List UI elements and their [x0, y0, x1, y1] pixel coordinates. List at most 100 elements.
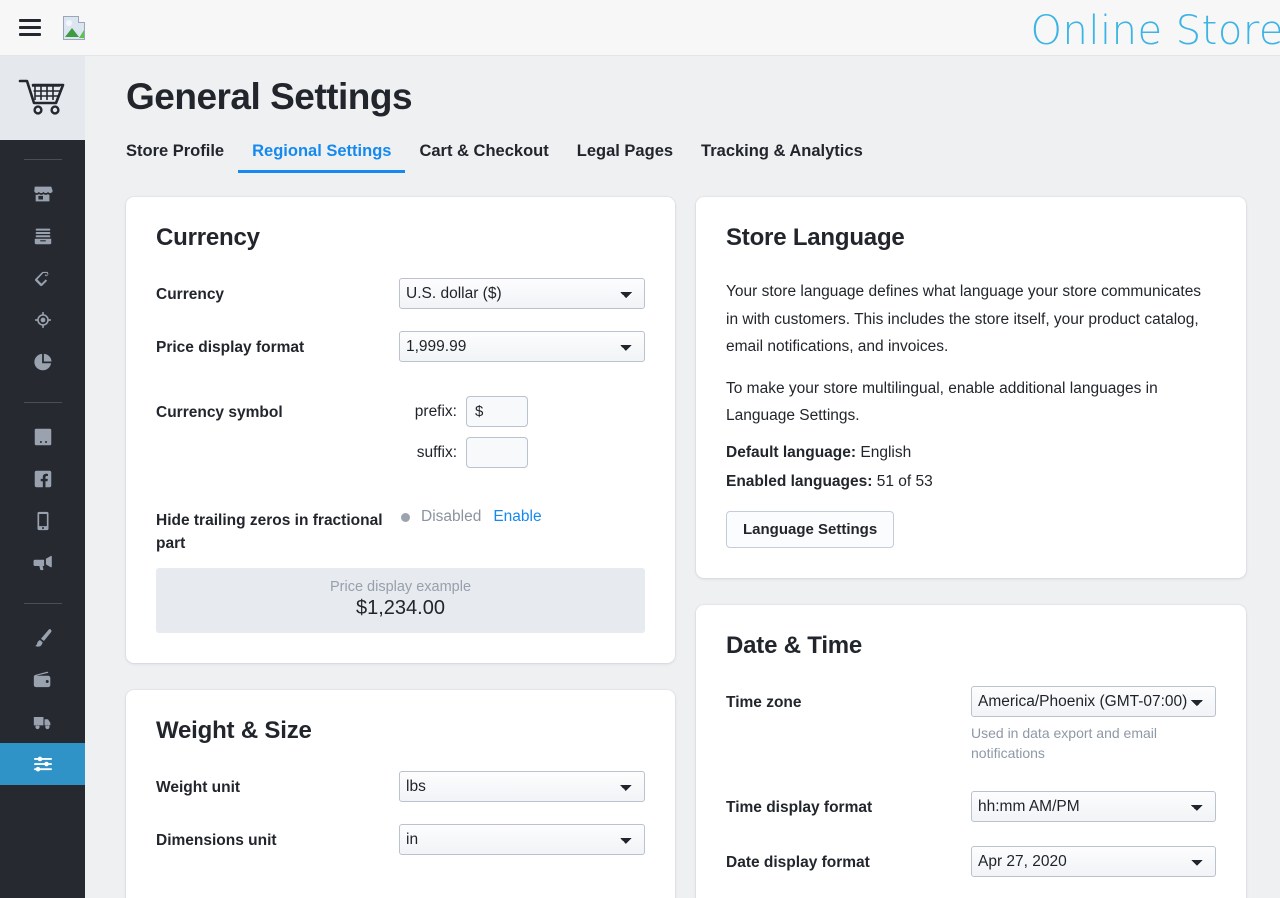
time-format-label: Time display format: [726, 791, 971, 819]
date-format-label: Date display format: [726, 846, 971, 874]
sidebar-item-design[interactable]: [0, 617, 85, 659]
currency-symbol-label: Currency symbol: [156, 396, 401, 424]
dimensions-unit-row: Dimensions unit in: [156, 824, 645, 855]
tab-cart-checkout[interactable]: Cart & Checkout: [405, 142, 562, 173]
price-example-caption: Price display example: [156, 579, 645, 595]
settings-columns: Currency Currency U.S. dollar ($) Price …: [126, 197, 1280, 898]
default-language-value: English: [860, 444, 911, 461]
status-badge: Disabled: [421, 508, 481, 526]
timezone-row: Time zone America/Phoenix (GMT-07:00) Us…: [726, 686, 1216, 764]
sidebar-item-sell-online[interactable]: [0, 416, 85, 458]
sidebar-item-payment[interactable]: [0, 659, 85, 701]
suffix-line: suffix:: [401, 437, 645, 468]
sidebar-item-storefront[interactable]: [0, 173, 85, 215]
store-language-card: Store Language Your store language defin…: [696, 197, 1246, 578]
dimensions-unit-select[interactable]: in: [399, 824, 645, 855]
timezone-select[interactable]: America/Phoenix (GMT-07:00): [971, 686, 1216, 717]
prefix-label: prefix:: [401, 403, 457, 421]
main-content: General Settings Store Profile Regional …: [85, 56, 1280, 898]
sliders-icon: [31, 752, 55, 776]
broken-image-icon[interactable]: [63, 16, 85, 40]
weight-size-card-title: Weight & Size: [156, 717, 645, 745]
sidebar-divider: [24, 603, 62, 604]
status-dot-icon: [401, 513, 410, 522]
price-display-example: Price display example $1,234.00: [156, 568, 645, 633]
dimensions-unit-label: Dimensions unit: [156, 824, 399, 852]
weight-unit-select[interactable]: lbs: [399, 771, 645, 802]
timezone-label: Time zone: [726, 686, 971, 714]
currency-card-title: Currency: [156, 224, 645, 252]
sidebar-nav: [0, 159, 85, 785]
shopping-cart-icon: [18, 75, 68, 122]
left-column: Currency Currency U.S. dollar ($) Price …: [126, 197, 675, 898]
tab-bar: Store Profile Regional Settings Cart & C…: [126, 142, 1280, 173]
sidebar: [0, 56, 85, 898]
hide-trailing-zeros-toggle: Disabled Enable: [401, 504, 645, 526]
store-language-card-title: Store Language: [726, 224, 1216, 252]
drawer-icon: [32, 225, 54, 247]
timezone-hint: Used in data export and email notificati…: [971, 723, 1186, 764]
tab-regional-settings[interactable]: Regional Settings: [238, 142, 405, 173]
weight-unit-label: Weight unit: [156, 771, 399, 799]
sidebar-divider: [24, 402, 62, 403]
currency-select[interactable]: U.S. dollar ($): [399, 278, 645, 309]
truck-icon: [32, 711, 54, 733]
sidebar-item-mobile[interactable]: [0, 500, 85, 542]
store-language-description: Your store language defines what languag…: [726, 278, 1216, 361]
date-time-card-title: Date & Time: [726, 632, 1216, 660]
hamburger-menu-icon[interactable]: [19, 19, 41, 36]
default-language-label: Default language:: [726, 444, 856, 461]
price-example-value: $1,234.00: [156, 597, 645, 620]
price-format-select[interactable]: 1,999.99: [399, 331, 645, 362]
mobile-icon: [32, 510, 54, 532]
facebook-icon: [32, 468, 54, 490]
sidebar-item-marketing[interactable]: [0, 299, 85, 341]
sidebar-item-shipping[interactable]: [0, 701, 85, 743]
time-format-row: Time display format hh:mm AM/PM: [726, 791, 1216, 822]
enabled-languages-value: 51 of 53: [877, 473, 933, 490]
prefix-line: prefix:: [401, 396, 645, 427]
enabled-languages-label: Enabled languages:: [726, 473, 872, 490]
page-title: General Settings: [126, 76, 1280, 118]
sidebar-item-reports[interactable]: [0, 341, 85, 383]
wallet-icon: [32, 669, 54, 691]
currency-suffix-input[interactable]: [466, 437, 528, 468]
shop-cart-icon: [32, 426, 54, 448]
top-bar: Online Store: [0, 0, 1280, 56]
store-language-multilingual-note: To make your store multilingual, enable …: [726, 375, 1216, 430]
time-format-select[interactable]: hh:mm AM/PM: [971, 791, 1216, 822]
tab-store-profile[interactable]: Store Profile: [126, 142, 238, 173]
storefront-icon: [32, 183, 54, 205]
sidebar-item-facebook[interactable]: [0, 458, 85, 500]
sidebar-item-promote[interactable]: [0, 542, 85, 584]
tab-legal-pages[interactable]: Legal Pages: [563, 142, 687, 173]
sidebar-item-promotions[interactable]: [0, 257, 85, 299]
pie-chart-icon: [32, 351, 54, 373]
hide-trailing-zeros-label: Hide trailing zeros in fractional part: [156, 504, 401, 556]
date-time-card: Date & Time Time zone America/Phoenix (G…: [696, 605, 1246, 898]
currency-row: Currency U.S. dollar ($): [156, 278, 645, 309]
weight-size-card: Weight & Size Weight unit lbs Dimensions…: [126, 690, 675, 898]
currency-prefix-input[interactable]: [466, 396, 528, 427]
sidebar-item-catalog[interactable]: [0, 215, 85, 257]
sidebar-divider: [24, 159, 62, 160]
tab-tracking-analytics[interactable]: Tracking & Analytics: [687, 142, 877, 173]
hide-trailing-zeros-row: Hide trailing zeros in fractional part D…: [156, 504, 645, 556]
brand-logo: Online Store: [1031, 8, 1280, 54]
date-format-select[interactable]: Apr 27, 2020: [971, 846, 1216, 877]
suffix-label: suffix:: [401, 444, 457, 462]
paintbrush-icon: [32, 627, 54, 649]
target-icon: [32, 309, 54, 331]
language-settings-button[interactable]: Language Settings: [726, 511, 894, 548]
sidebar-item-shopping-cart[interactable]: [0, 56, 85, 140]
weight-unit-row: Weight unit lbs: [156, 771, 645, 802]
price-format-row: Price display format 1,999.99: [156, 331, 645, 362]
enable-link[interactable]: Enable: [493, 508, 541, 526]
right-column: Store Language Your store language defin…: [696, 197, 1246, 898]
date-format-row: Date display format Apr 27, 2020: [726, 846, 1216, 877]
price-format-label: Price display format: [156, 331, 399, 359]
currency-card: Currency Currency U.S. dollar ($) Price …: [126, 197, 675, 663]
currency-label: Currency: [156, 278, 399, 306]
default-language-row: Default language: English: [726, 444, 1216, 462]
sidebar-item-settings[interactable]: [0, 743, 85, 785]
